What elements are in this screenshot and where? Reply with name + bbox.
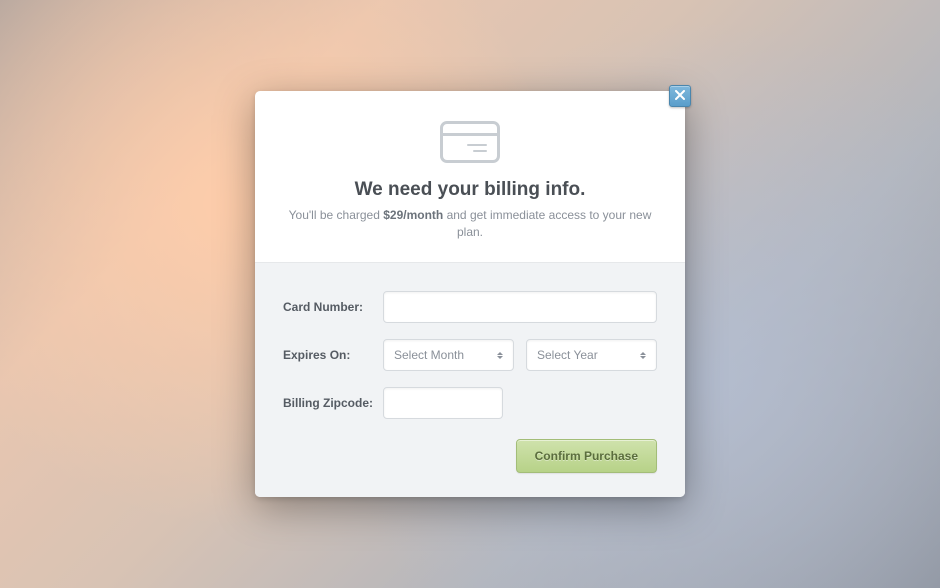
subtitle-prefix: You'll be charged <box>289 208 384 222</box>
zipcode-row: Billing Zipcode: <box>283 387 657 419</box>
billing-modal: We need your billing info. You'll be cha… <box>255 91 685 498</box>
form-actions: Confirm Purchase <box>283 439 657 473</box>
modal-title: We need your billing info. <box>285 179 655 201</box>
card-number-row: Card Number: <box>283 291 657 323</box>
chevron-updown-icon <box>640 352 646 359</box>
chevron-updown-icon <box>497 352 503 359</box>
close-button[interactable] <box>669 85 691 107</box>
card-number-input[interactable] <box>383 291 657 323</box>
billing-form: Card Number: Expires On: Select Month Se… <box>255 263 685 497</box>
expires-row: Expires On: Select Month Select Year <box>283 339 657 371</box>
subtitle-suffix: and get immediate access to your new pla… <box>443 208 651 239</box>
zipcode-label: Billing Zipcode: <box>283 396 383 410</box>
modal-header: We need your billing info. You'll be cha… <box>255 91 685 264</box>
zipcode-input[interactable] <box>383 387 503 419</box>
year-placeholder: Select Year <box>537 348 598 362</box>
expires-month-select[interactable]: Select Month <box>383 339 514 371</box>
card-number-label: Card Number: <box>283 300 383 314</box>
price: $29/month <box>383 208 443 222</box>
credit-card-icon <box>440 121 500 163</box>
expires-label: Expires On: <box>283 348 383 362</box>
modal-subtitle: You'll be charged $29/month and get imme… <box>285 207 655 241</box>
close-icon <box>675 87 685 105</box>
month-placeholder: Select Month <box>394 348 464 362</box>
confirm-purchase-button[interactable]: Confirm Purchase <box>516 439 657 473</box>
expires-year-select[interactable]: Select Year <box>526 339 657 371</box>
